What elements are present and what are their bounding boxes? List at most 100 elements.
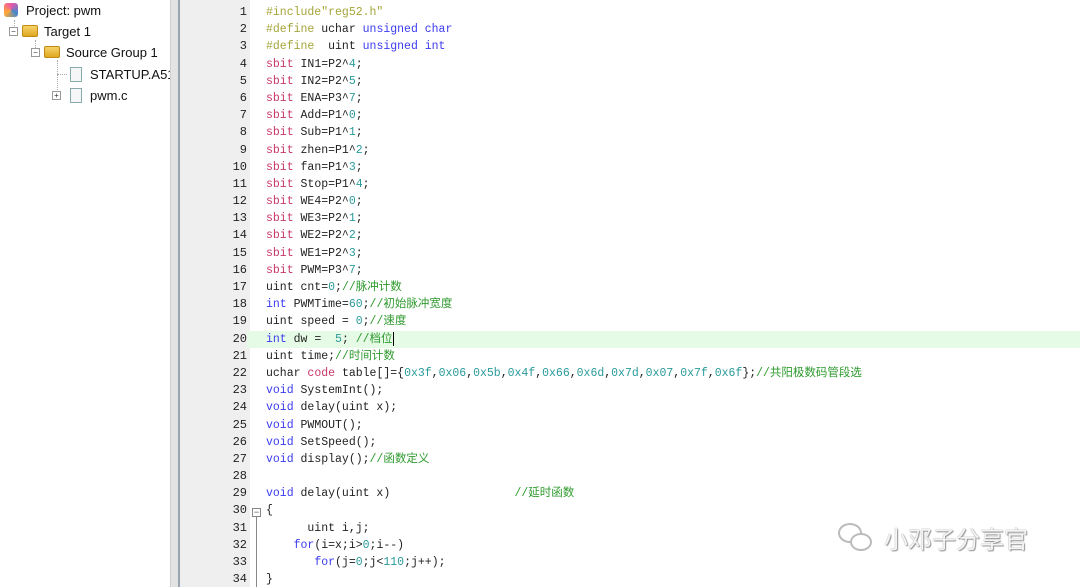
code-text: sbit Stop=P1^4;: [266, 176, 370, 193]
code-token: 0x07: [645, 366, 674, 380]
code-text: for(j=0;j<110;j++);: [266, 554, 445, 571]
code-token: sbit: [266, 126, 301, 140]
code-token: PWMTime=: [293, 298, 349, 312]
fold-collapse-icon[interactable]: −: [252, 508, 261, 517]
code-token: 3: [348, 160, 356, 174]
code-token: #define: [266, 23, 322, 37]
collapse-icon[interactable]: −: [9, 26, 18, 36]
code-line[interactable]: 23 void SystemInt();: [180, 382, 1080, 399]
code-line[interactable]: 7 sbit Add=P1^0;: [180, 107, 1080, 124]
code-line[interactable]: 21 uint time;//时间计数: [180, 348, 1080, 365]
tree-file-pwm[interactable]: + pwm.c: [52, 85, 128, 105]
code-line[interactable]: 27 void display();//函数定义: [180, 451, 1080, 468]
target-folder-icon: [22, 25, 38, 37]
code-token: IN2=P2^: [300, 74, 349, 88]
code-token: //共阳极数码管段选: [756, 366, 862, 380]
code-text: sbit zhen=P1^2;: [266, 142, 370, 159]
code-line[interactable]: 16 sbit PWM=P3^7;: [180, 262, 1080, 279]
code-line[interactable]: 30 {: [180, 502, 1080, 519]
code-token: }: [266, 573, 273, 587]
watermark-text: 小邓子分享官: [884, 527, 1028, 554]
code-token: 0x66: [542, 366, 570, 380]
code-line[interactable]: 9 sbit zhen=P1^2;: [180, 142, 1080, 159]
line-number: 16: [232, 262, 247, 277]
code-token: fan=P1^: [300, 160, 349, 174]
code-token: 0: [355, 315, 363, 329]
line-number: 1: [239, 5, 247, 19]
code-token: 1: [348, 212, 356, 226]
code-text: sbit WE2=P2^2;: [266, 227, 363, 244]
tree-project[interactable]: Project: pwm: [4, 0, 101, 20]
code-line[interactable]: 33 for(j=0;j<110;j++);: [180, 554, 1080, 571]
code-token: void: [266, 401, 301, 415]
splitter[interactable]: [170, 0, 180, 587]
code-token: PWM=P3^: [300, 263, 349, 277]
code-token: Add=P1^: [300, 109, 349, 123]
code-token: ,: [500, 366, 508, 380]
code-text: sbit PWM=P3^7;: [266, 262, 363, 279]
code-token: dw =: [293, 332, 336, 346]
target-label: Target 1: [44, 23, 91, 39]
code-line[interactable]: 13 sbit WE3=P2^1;: [180, 210, 1080, 227]
code-line[interactable]: 5 sbit IN2=P2^5;: [180, 73, 1080, 90]
code-token: SetSpeed();: [300, 435, 377, 449]
code-line[interactable]: 20 int dw = 5; //档位: [180, 330, 1080, 348]
code-token: //初始脉冲宽度: [369, 298, 453, 312]
code-line[interactable]: 19 uint speed = 0;//速度: [180, 313, 1080, 330]
code-line[interactable]: 10 sbit fan=P1^3;: [180, 159, 1080, 176]
line-number: 7: [239, 108, 247, 123]
code-token: table[]={: [341, 366, 405, 380]
tree-file-startup[interactable]: STARTUP.A51: [70, 64, 175, 84]
code-line[interactable]: 12 sbit WE4=P2^0;: [180, 193, 1080, 210]
collapse-icon[interactable]: −: [31, 47, 40, 57]
code-line[interactable]: 26 void SetSpeed();: [180, 434, 1080, 451]
code-token: ,: [431, 366, 439, 380]
code-token: 0: [348, 195, 356, 209]
code-line[interactable]: 18 int PWMTime=60;//初始脉冲宽度: [180, 296, 1080, 313]
code-token: 0x6f: [714, 366, 743, 380]
code-line[interactable]: 15 sbit WE1=P2^3;: [180, 245, 1080, 262]
code-token: Sub=P1^: [300, 126, 349, 140]
code-text: sbit IN1=P2^4;: [266, 56, 363, 73]
code-token: ;: [355, 57, 363, 71]
code-line[interactable]: 8 sbit Sub=P1^1;: [180, 124, 1080, 141]
line-number: 11: [232, 176, 247, 191]
tree-target[interactable]: − Target 1: [9, 21, 91, 41]
code-token: sbit: [266, 143, 301, 157]
code-token: ;: [355, 74, 363, 88]
expand-icon[interactable]: +: [52, 90, 61, 100]
code-token: 60: [348, 298, 363, 312]
code-line[interactable]: 34}: [180, 571, 1080, 588]
code-line[interactable]: 3 #define uint unsigned int: [180, 38, 1080, 55]
code-token: int: [266, 332, 294, 346]
code-token: ,: [569, 366, 577, 380]
code-editor[interactable]: 1 #include"reg52.h" 2 #define uchar unsigne…: [180, 4, 1080, 588]
code-token: IN1=P2^: [300, 57, 349, 71]
code-line[interactable]: 1 #include"reg52.h": [180, 4, 1080, 21]
code-token: sbit: [266, 177, 301, 191]
code-line[interactable]: 29 void delay(uint x) //延时函数: [180, 485, 1080, 502]
code-line[interactable]: 14 sbit WE2=P2^2;: [180, 227, 1080, 244]
code-line[interactable]: 11 sbit Stop=P1^4;: [180, 176, 1080, 193]
code-line[interactable]: 22 uchar code table[]={0x3f,0x06,0x5b,0x4…: [180, 365, 1080, 382]
code-line[interactable]: 24 void delay(uint x);: [180, 399, 1080, 416]
code-token: uint: [328, 40, 363, 54]
code-token: ;: [355, 109, 363, 123]
code-line[interactable]: 28: [180, 468, 1080, 485]
code-line[interactable]: 4 sbit IN1=P2^4;: [180, 56, 1080, 73]
code-token: 0x7f: [680, 366, 708, 380]
code-line[interactable]: 2 #define uchar unsigned char: [180, 21, 1080, 38]
code-line[interactable]: 6 sbit ENA=P3^7;: [180, 90, 1080, 107]
code-line[interactable]: 17 uint cnt=0;//脉冲计数: [180, 279, 1080, 296]
code-line[interactable]: 25 void PWMOUT();: [180, 417, 1080, 434]
code-text: sbit ENA=P3^7;: [266, 90, 363, 107]
code-text: void delay(uint x);: [266, 399, 397, 416]
code-token: uint cnt=: [266, 281, 329, 294]
line-number: 29: [232, 486, 247, 501]
code-token: 3: [348, 246, 356, 260]
code-token: for: [293, 538, 315, 552]
code-token: 2: [355, 143, 363, 157]
code-token: //速度: [369, 315, 407, 329]
tree-source-group[interactable]: − Source Group 1: [31, 42, 158, 62]
code-token: 0: [355, 556, 363, 569]
